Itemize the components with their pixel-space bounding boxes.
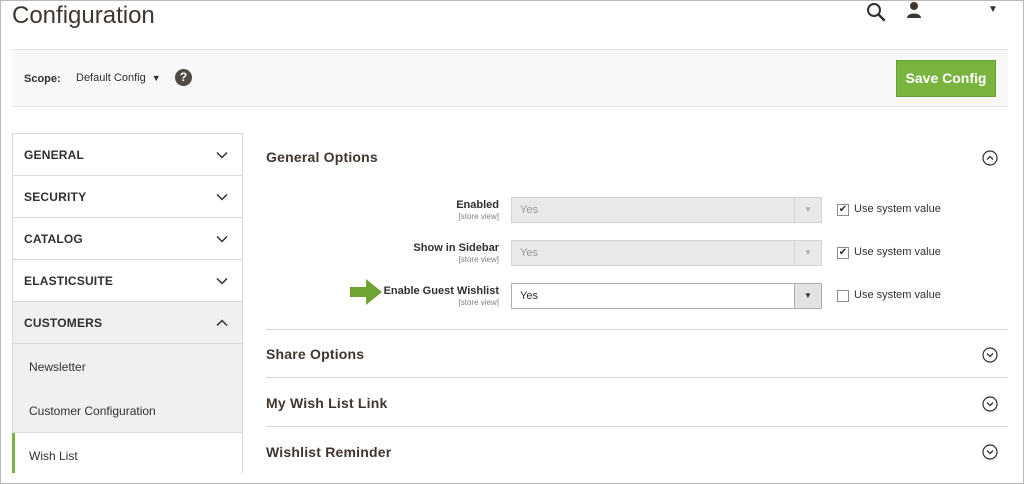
tab-label: GENERAL [24, 148, 85, 162]
expand-icon[interactable] [982, 396, 998, 412]
config-tabs: GENERAL SECURITY CATALOG ELASTICSUITE CU… [12, 133, 243, 473]
use-system-value-checkbox[interactable]: ✔ [837, 204, 849, 216]
field-enabled: Enabled [store view] Yes ▼ ✔ Use system … [266, 197, 1008, 227]
expand-icon[interactable] [982, 347, 998, 363]
chevron-down-icon: ▼ [794, 198, 821, 222]
scope-selected-value: Default Config [76, 72, 146, 84]
tab-item-label: Newsletter [29, 360, 86, 374]
chevron-down-icon: ▼ [151, 73, 161, 83]
tab-label: CUSTOMERS [24, 316, 103, 330]
scope-bar: Scope: Default Config ▼ ? Save Config [12, 49, 1008, 107]
show-in-sidebar-select[interactable]: Yes ▼ [511, 240, 822, 266]
tab-item-newsletter[interactable]: Newsletter [12, 343, 243, 388]
field-label: Enable Guest Wishlist [383, 285, 499, 297]
section-title: Share Options [266, 346, 365, 362]
enable-guest-wishlist-select[interactable]: Yes ▼ [511, 283, 822, 309]
tab-item-label: Wish List [29, 449, 78, 463]
select-value: Yes [520, 247, 538, 259]
search-icon[interactable] [866, 2, 886, 22]
field-label: Show in Sidebar [413, 242, 499, 254]
use-system-value-checkbox[interactable]: ✔ [837, 247, 849, 259]
select-value: Yes [520, 290, 538, 302]
section-title[interactable]: General Options [266, 149, 378, 165]
help-icon[interactable]: ? [175, 69, 192, 86]
checkbox-label: Use system value [854, 289, 941, 301]
chevron-down-icon: ▼ [794, 284, 821, 308]
chevron-down-icon [216, 277, 228, 285]
account-dropdown-icon[interactable]: ▼ [988, 4, 998, 15]
collapse-icon[interactable] [982, 150, 998, 166]
chevron-down-icon [216, 151, 228, 159]
save-config-button[interactable]: Save Config [896, 60, 996, 97]
tab-label: ELASTICSUITE [24, 274, 114, 288]
user-account-icon[interactable] [904, 1, 924, 21]
section-my-wish-list-link[interactable]: My Wish List Link [266, 378, 1008, 427]
field-scope: [store view] [458, 298, 499, 307]
chevron-down-icon: ▼ [794, 241, 821, 265]
chevron-down-icon [216, 235, 228, 243]
chevron-up-icon [216, 319, 228, 327]
field-scope: [store view] [458, 212, 499, 221]
tab-customers[interactable]: CUSTOMERS [12, 301, 243, 343]
checkbox-label: Use system value [854, 246, 941, 258]
page-title: Configuration [12, 2, 155, 29]
tab-catalog[interactable]: CATALOG [12, 217, 243, 259]
chevron-down-icon [216, 193, 228, 201]
scope-switcher[interactable]: Default Config ▼ [76, 72, 161, 84]
tab-item-wish-list[interactable]: Wish List [12, 433, 243, 473]
tab-item-label: Customer Configuration [29, 404, 156, 418]
tab-general[interactable]: GENERAL [12, 133, 243, 175]
select-value: Yes [520, 204, 538, 216]
section-wishlist-reminder[interactable]: Wishlist Reminder [266, 427, 1008, 477]
checkbox-label: Use system value [854, 203, 941, 215]
section-title: My Wish List Link [266, 395, 388, 411]
field-show-in-sidebar: Show in Sidebar [store view] Yes ▼ ✔ Use… [266, 240, 1008, 270]
expand-icon[interactable] [982, 444, 998, 460]
section-title: Wishlist Reminder [266, 444, 392, 460]
enabled-select[interactable]: Yes ▼ [511, 197, 822, 223]
tab-label: CATALOG [24, 232, 83, 246]
use-system-value-checkbox[interactable] [837, 290, 849, 302]
field-label: Enabled [456, 199, 499, 211]
tab-label: SECURITY [24, 190, 87, 204]
tab-security[interactable]: SECURITY [12, 175, 243, 217]
tab-elasticsuite[interactable]: ELASTICSUITE [12, 259, 243, 301]
field-enable-guest-wishlist: Enable Guest Wishlist [store view] Yes ▼… [266, 283, 1008, 313]
section-share-options[interactable]: Share Options [266, 330, 1008, 378]
scope-label: Scope: [24, 73, 61, 85]
tab-item-customer-configuration[interactable]: Customer Configuration [12, 388, 243, 433]
field-scope: [store view] [458, 255, 499, 264]
